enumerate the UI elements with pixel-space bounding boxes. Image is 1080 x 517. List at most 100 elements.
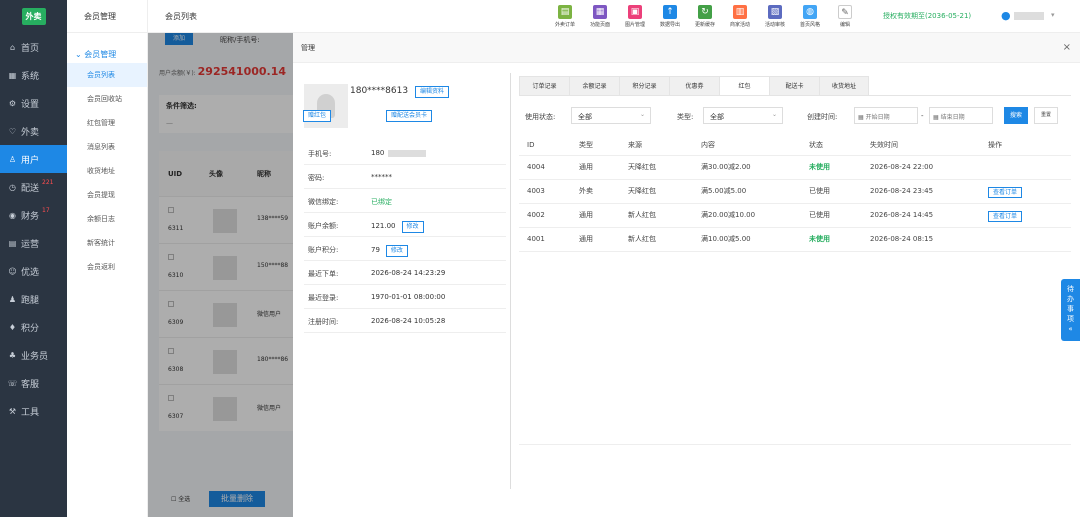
tool-label: 活动审核 [764, 22, 785, 28]
tab-3[interactable]: 优惠券 [669, 76, 719, 96]
sidebar-item-label: 积分 [21, 323, 40, 334]
notification-badge: 17 [42, 207, 50, 214]
profile-card: 180****8613 编辑资料 赠红包 赠配送会员卡 [303, 84, 506, 132]
todo-float-button[interactable]: 待办事项 « [1061, 279, 1080, 341]
submenu-item-3[interactable]: 消息列表 [67, 135, 147, 159]
submenu-item-4[interactable]: 收货地址 [67, 159, 147, 183]
todo-label: 待办事项 [1061, 284, 1080, 324]
tool-0[interactable]: ▤ 外卖订单 [550, 5, 580, 28]
edit-value-button[interactable]: 修改 [401, 221, 424, 233]
submenu-group-title[interactable]: ⌄ 会员管理 [67, 33, 147, 63]
tool-label: 图片管理 [624, 22, 645, 28]
tool-6[interactable]: ▧ 活动审核 [760, 5, 790, 28]
user-name-blurred[interactable] [1014, 12, 1044, 20]
tool-icon: ▥ [733, 5, 747, 19]
give-redpacket-button[interactable]: 赠红包 [303, 110, 332, 122]
time-filter-label: 创建时间: [807, 113, 838, 121]
sidebar-item-11[interactable]: ♣ 业务员 [0, 341, 67, 369]
sidebar-item-9[interactable]: ♟ 跑腿 [0, 285, 67, 313]
page-title[interactable]: 会员列表 [165, 11, 197, 22]
submenu-item-0[interactable]: 会员列表 [67, 63, 147, 87]
sidebar-item-4[interactable]: ♙ 用户 [0, 145, 67, 173]
sidebar-item-0[interactable]: ⌂ 首页 [0, 33, 67, 61]
view-order-button[interactable]: 查看订单 [988, 210, 1023, 222]
tab-4[interactable]: 红包 [719, 76, 769, 96]
tool-2[interactable]: ▣ 图片管理 [620, 5, 650, 28]
chevron-down-icon[interactable]: ▾ [1051, 11, 1055, 19]
tools-icon: ⚒ [8, 406, 17, 416]
type-select[interactable]: 全部 ⌄ [703, 107, 783, 124]
info-value: 180 [371, 149, 427, 157]
cell-action: 查看订单 [980, 203, 1071, 228]
manage-modal: 管理 × 180****8613 编辑资料 赠红包 赠配送会员卡 手机号: 180… [293, 33, 1080, 517]
edit-profile-button[interactable]: 编辑资料 [415, 86, 450, 98]
sidebar-item-7[interactable]: ▤ 运营 [0, 229, 67, 257]
info-value: ****** [371, 173, 392, 181]
tool-5[interactable]: ▥ 商家活动 [725, 5, 755, 28]
end-date-input[interactable]: ▦ 结束日期 [929, 107, 993, 124]
tab-5[interactable]: 配送卡 [769, 76, 819, 96]
submenu-item-5[interactable]: 会员提现 [67, 183, 147, 207]
cell-content: 满30.00减2.00 [693, 155, 801, 180]
home-icon: ⌂ [9, 42, 16, 52]
user-avatar-icon[interactable]: ● [1001, 9, 1011, 22]
tool-7[interactable]: ◍ 首页风格 [795, 5, 825, 28]
cell-source: 新人红包 [620, 203, 693, 228]
start-date-input[interactable]: ▦ 开始日期 [854, 107, 918, 124]
sidebar-item-label: 首页 [21, 43, 40, 54]
sidebar-item-5[interactable]: ◷ 配送 221 [0, 173, 67, 201]
cell-content: 满5.00减5.00 [693, 179, 801, 204]
sidebar-item-1[interactable]: ▦ 系统 [0, 61, 67, 89]
sidebar-item-13[interactable]: ⚒ 工具 [0, 397, 67, 425]
tool-3[interactable]: ↑ 数据导出 [655, 5, 685, 28]
reset-button[interactable]: 重置 [1034, 107, 1058, 124]
tab-2[interactable]: 积分记录 [619, 76, 669, 96]
tool-label: 首页风格 [799, 22, 820, 28]
chevron-down-icon: ⌄ [639, 111, 645, 118]
tab-1[interactable]: 余额记录 [569, 76, 619, 96]
tool-1[interactable]: ▦ 功能页面 [585, 5, 615, 28]
info-value-text: ****** [371, 173, 392, 181]
sidebar-item-label: 用户 [21, 155, 40, 166]
tool-4[interactable]: ↻ 更新缓存 [690, 5, 720, 28]
search-button[interactable]: 搜索 [1004, 107, 1028, 124]
sidebar-item-12[interactable]: ☏ 客服 [0, 369, 67, 397]
tool-icon: ▣ [628, 5, 642, 19]
chevron-down-icon: ⌄ [771, 111, 777, 118]
sidebar-item-10[interactable]: ♦ 积分 [0, 313, 67, 341]
give-delivery-card-button[interactable]: 赠配送会员卡 [386, 110, 433, 122]
tab-0[interactable]: 订单记录 [519, 76, 569, 96]
sidebar-item-8[interactable]: ☺ 优选 [0, 257, 67, 285]
tool-label: 编辑 [839, 22, 850, 28]
submenu-item-7[interactable]: 新客统计 [67, 231, 147, 255]
end-date-placeholder: 结束日期 [940, 114, 965, 121]
submenu-item-2[interactable]: 红包管理 [67, 111, 147, 135]
profile-phone: 180****8613 [350, 86, 409, 96]
sidebar-item-6[interactable]: ◉ 财务 17 [0, 201, 67, 229]
sidebar-item-label: 业务员 [21, 351, 49, 362]
info-value-text: 1970-01-01 08:00:00 [371, 293, 446, 301]
todo-char: 待 [1067, 285, 1074, 293]
close-icon[interactable]: × [1063, 42, 1071, 53]
status-select[interactable]: 全部 ⌄ [571, 107, 651, 124]
submenu-item-6[interactable]: 余额日志 [67, 207, 147, 231]
sidebar-item-label: 外卖 [21, 127, 40, 138]
nav-list: ⌂ 首页 ▦ 系统 ⚙ 设置 ♡ 外卖 ♙ 用户 ◷ 配送 221 ◉ 财务 17 ▤ 运营 ☺ 优选 ♟ 跑腿 ♦ 积分 ♣ 业… [0, 33, 67, 425]
sidebar-item-label: 运营 [21, 239, 40, 250]
record-tabs: 订单记录 余额记录 积分记录 优惠券 红包 配送卡 收货地址 [519, 76, 869, 96]
tool-8[interactable]: ✎ 编辑 [830, 5, 860, 28]
edit-value-button[interactable]: 修改 [385, 245, 408, 257]
submenu-item-1[interactable]: 会员回收站 [67, 87, 147, 111]
tab-6[interactable]: 收货地址 [819, 76, 869, 96]
table-empty-area [519, 233, 1071, 445]
modal-backdrop[interactable] [148, 33, 293, 517]
tool-icon: ▤ [558, 5, 572, 19]
sidebar-item-3[interactable]: ♡ 外卖 [0, 117, 67, 145]
sidebar-item-2[interactable]: ⚙ 设置 [0, 89, 67, 117]
chevron-double-left-icon: « [1068, 325, 1073, 333]
submenu-item-8[interactable]: 会员返利 [67, 255, 147, 279]
info-row: 微信绑定: 已绑定 [304, 189, 506, 213]
panel-divider [510, 73, 511, 489]
view-order-button[interactable]: 查看订单 [988, 186, 1023, 198]
app-logo[interactable]: 外卖 [21, 8, 46, 25]
